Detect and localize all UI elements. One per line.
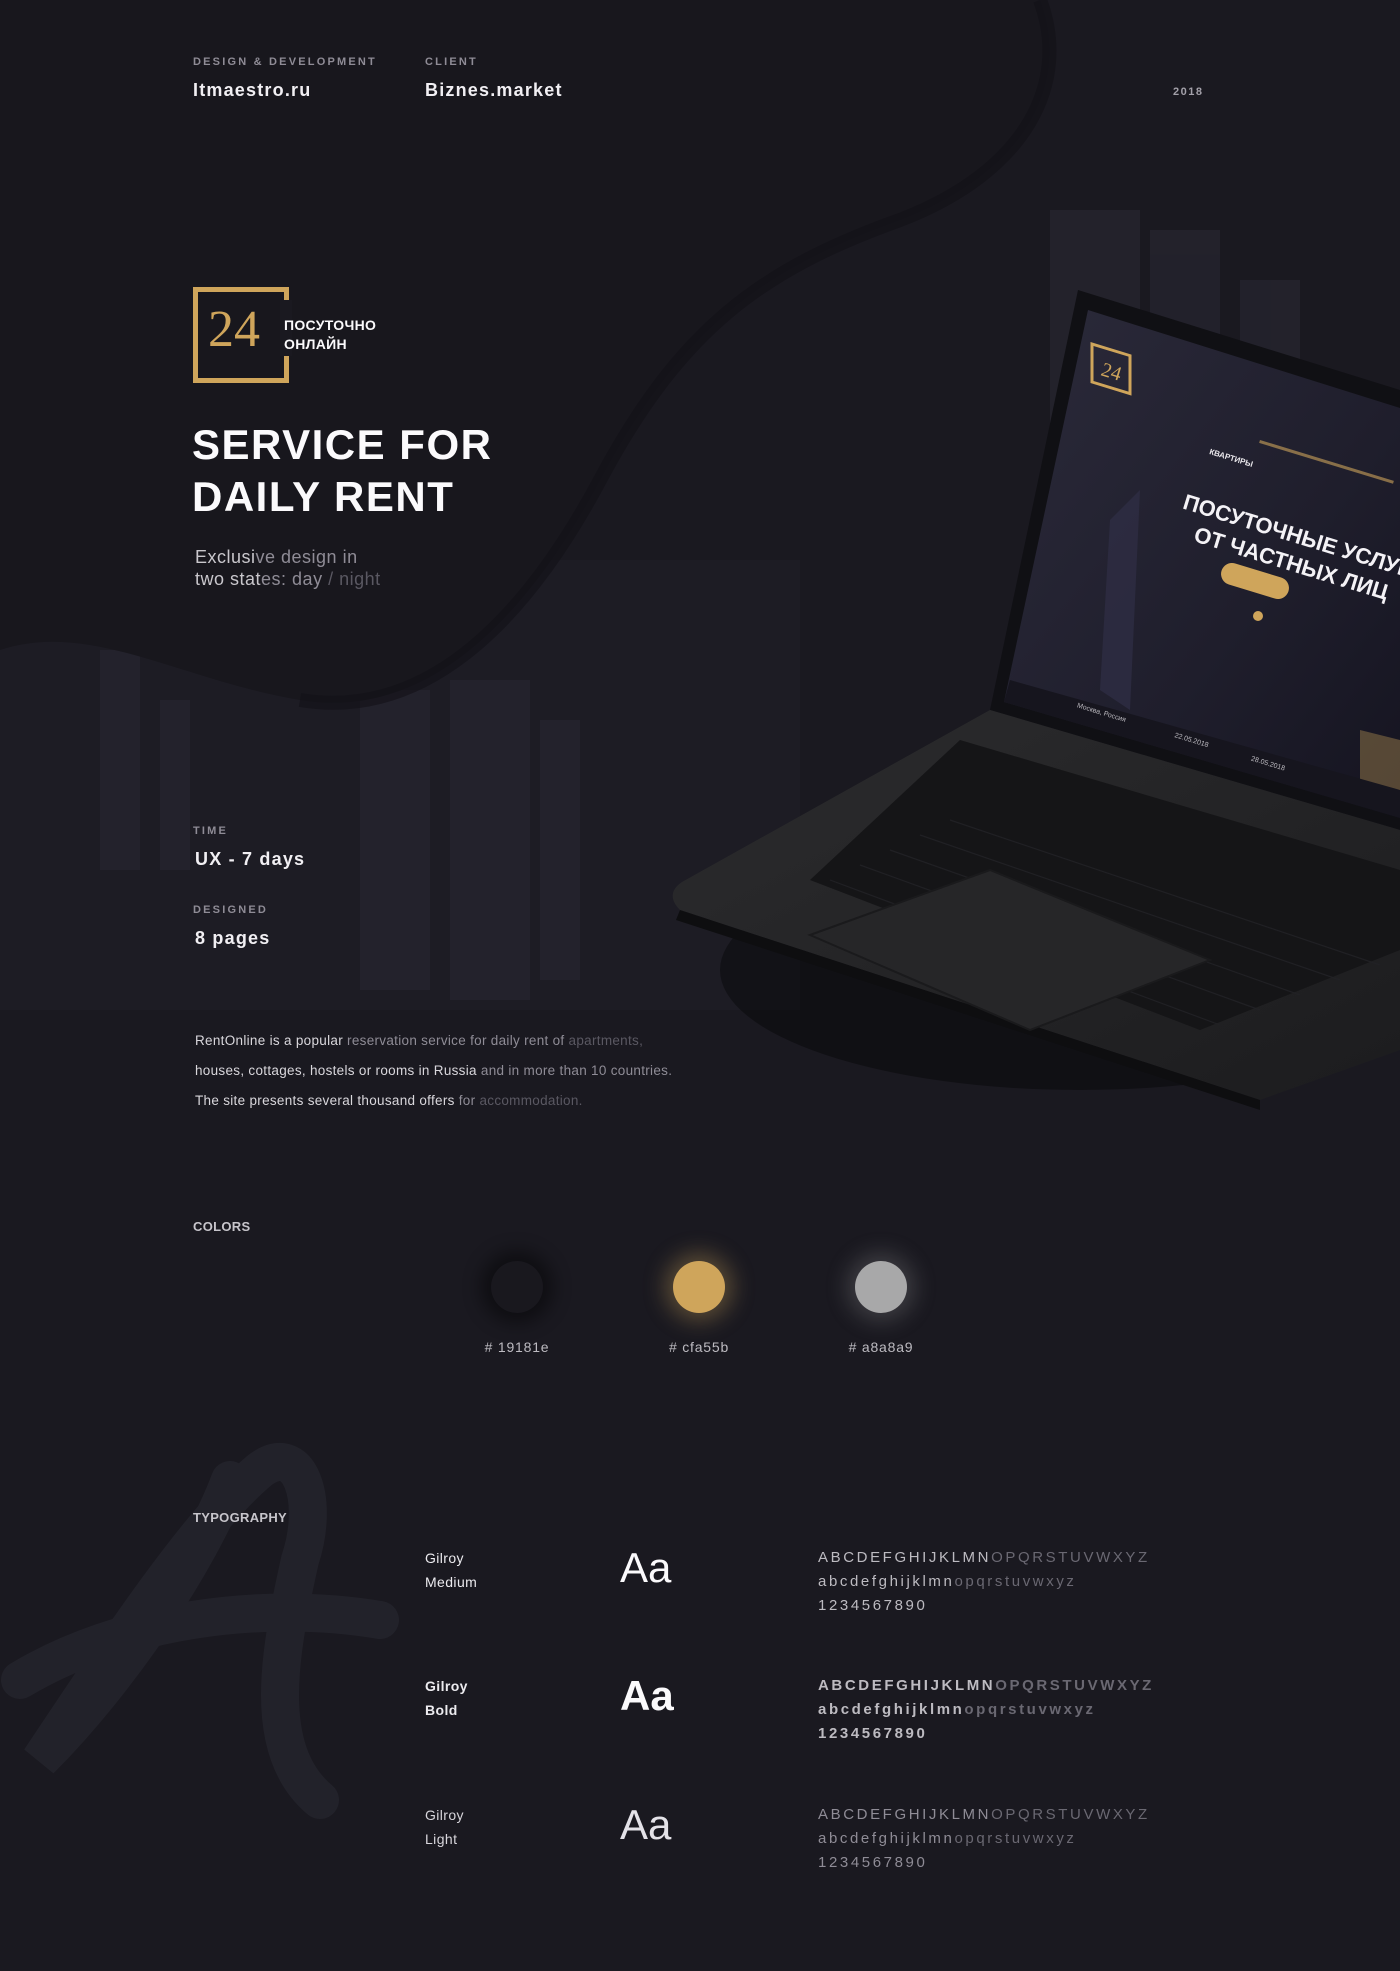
font-medium-family: Gilroy [425,1550,464,1566]
subtitle-l2b: es: day [261,569,329,589]
desc-l3b: for [458,1093,480,1108]
subtitle-l1b: ve design in [255,547,358,567]
glyphs-upper-b: OPQRSTUVWXYZ [991,1806,1150,1823]
font-bold-name: Gilroy Bold [425,1674,468,1722]
colors-section-label: COLORS [193,1219,251,1234]
font-light-glyphs: ABCDEFGHIJKLMNOPQRSTUVWXYZ abcdefghijklm… [818,1803,1150,1875]
desc-l1c: apartments, [568,1033,644,1048]
color-swatch-dark-label: # 19181e [484,1339,550,1355]
glyphs-upper-a: ABCDEFGHIJKLMN [818,1806,992,1823]
designed-label: DESIGNED [193,904,269,916]
logo-text-line1: ПОСУТОЧНО [284,317,377,333]
desc-l2a: houses, cottages, hostels or rooms in Ru… [195,1063,481,1078]
font-bold-glyphs: ABCDEFGHIJKLMNOPQRSTUVWXYZ abcdefghijklm… [818,1674,1154,1746]
color-swatch-gray-label: # a8a8a9 [848,1339,914,1355]
desc-l1a: RentOnline is a popular [195,1033,348,1048]
glyphs-lower-b: opqrstuvwxyz [954,1573,1077,1590]
subtitle-l2a: two stat [195,569,262,589]
font-medium-weight: Medium [425,1574,478,1590]
font-light-name: Gilroy Light [425,1803,464,1851]
glyphs-lower-a: abcdefghijklmn [818,1573,955,1590]
time-label: TIME [193,825,229,837]
glyphs-digits: 1234567890 [818,1854,928,1871]
color-swatch-dark [491,1261,543,1313]
logo-text-line2: ОНЛАЙН [284,336,347,352]
font-medium-name: Gilroy Medium [425,1546,477,1594]
font-light-sample: Aa [620,1801,672,1848]
year-label: 2018 [1173,86,1204,98]
glyphs-lower-b: opqrstuvwxyz [964,1701,1096,1718]
subtitle-l1a: Exclusi [195,547,256,567]
hero-title-line1: SERVICE FOR [192,421,493,468]
hero-title-line2: DAILY RENT [192,473,455,520]
font-bold-weight: Bold [425,1702,458,1718]
client-label: CLIENT [425,56,478,68]
design-label: DESIGN & DEVELOPMENT [193,56,377,68]
glyphs-lower-a: abcdefghijklmn [818,1830,955,1847]
font-bold-family: Gilroy [425,1678,468,1694]
font-medium-glyphs: ABCDEFGHIJKLMNOPQRSTUVWXYZ abcdefghijklm… [818,1546,1150,1618]
color-swatch-gold [673,1261,725,1313]
subtitle-l2c: / night [328,569,381,589]
desc-l3c: accommodation. [479,1093,583,1108]
color-swatch-gray [855,1261,907,1313]
glyphs-digits: 1234567890 [818,1725,928,1742]
desc-l3a: The site presents several thousand offer… [195,1093,459,1108]
font-light-weight: Light [425,1831,458,1847]
glyphs-upper-a: ABCDEFGHIJKLMN [818,1677,996,1694]
desc-l2b: and in more than 10 countries. [480,1063,673,1078]
client-value-link[interactable]: Biznes.market [425,80,563,101]
project-description: RentOnline is a popular reservation serv… [195,1026,672,1116]
color-swatch-gold-label: # cfa55b [668,1339,730,1355]
hero-title: SERVICE FOR DAILY RENT [192,419,492,523]
glyphs-upper-b: OPQRSTUVWXYZ [995,1677,1154,1694]
font-medium-sample: Aa [620,1544,672,1591]
font-light-family: Gilroy [425,1807,464,1823]
designed-value: 8 pages [195,928,271,948]
glyphs-lower-b: opqrstuvwxyz [954,1830,1077,1847]
glyphs-digits: 1234567890 [818,1597,928,1614]
design-value-link[interactable]: Itmaestro.ru [193,80,311,101]
glyphs-lower-a: abcdefghijklmn [818,1701,965,1718]
laptop-mockup: 24 ПОСУТОЧНЫЕ УСЛУГИ ОТ ЧАСТНЫХ ЛИЦ КВАР… [672,290,1400,1110]
logo-number: 24 [208,301,260,358]
glyphs-upper-a: ABCDEFGHIJKLMN [818,1549,992,1566]
time-value: UX - 7 days [195,849,306,869]
font-bold-sample: Aa [620,1672,674,1719]
glyphs-upper-b: OPQRSTUVWXYZ [991,1549,1150,1566]
hero-subtitle: Exclusive design in two states: day / ni… [195,546,381,590]
typography-section-label: TYPOGRAPHY [193,1510,288,1525]
desc-l1b: reservation service for daily rent of [347,1033,569,1048]
